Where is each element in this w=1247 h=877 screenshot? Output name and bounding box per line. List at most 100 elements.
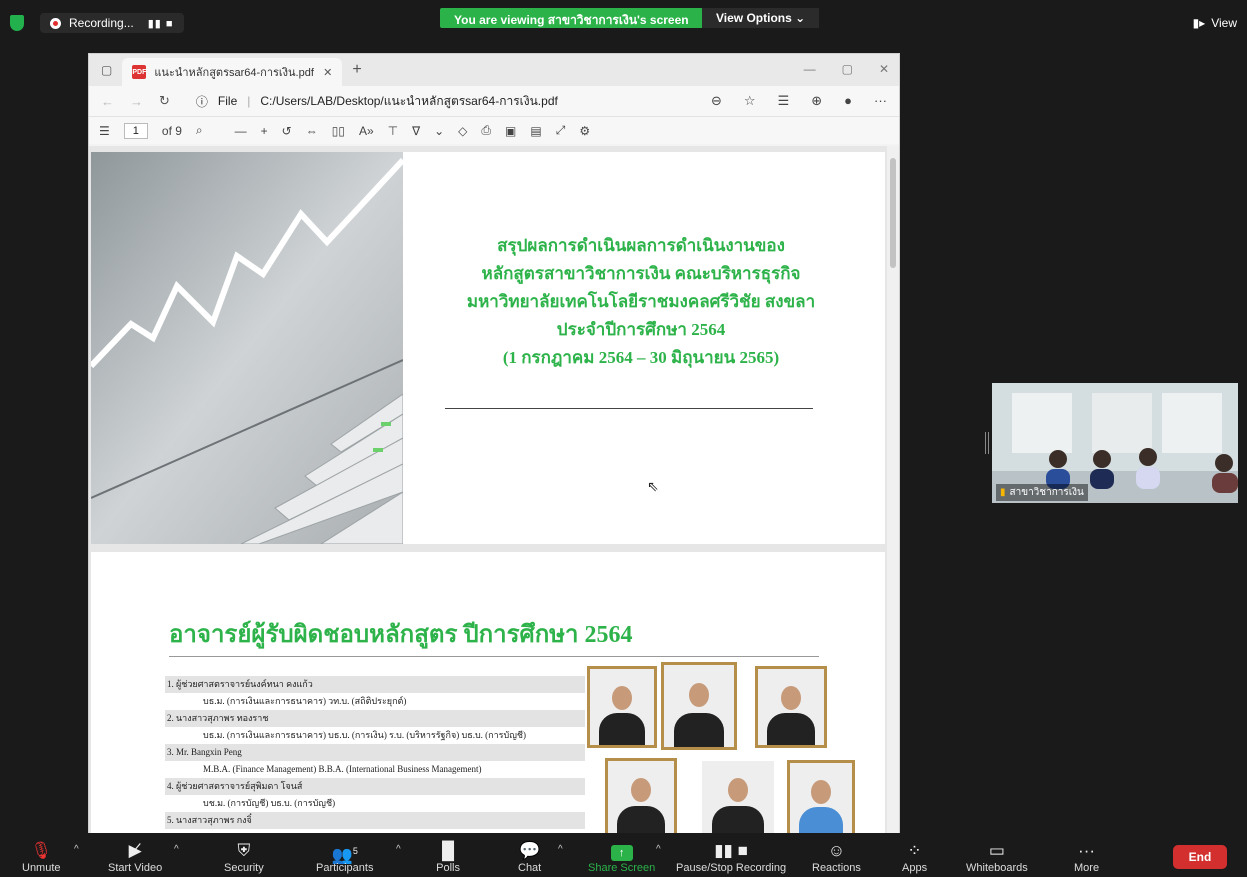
close-window-icon[interactable]: ✕ [879, 62, 889, 76]
pdf-viewer[interactable]: สรุปผลการดำเนินผลการดำเนินงานของ หลักสูต… [89, 146, 899, 833]
panel-resize-handle[interactable] [985, 432, 989, 454]
fullscreen-icon[interactable]: ⤢ [556, 123, 566, 138]
meeting-toolbar: 🎙 Unmute ^ ▶̸ Start Video ^ ⛨ Security 👥… [0, 833, 1247, 877]
chat-chevron-icon[interactable]: ^ [558, 844, 563, 855]
video-off-icon: ▶̸ [128, 841, 142, 860]
rotate-icon[interactable]: ↺ [282, 124, 292, 138]
page-number-input[interactable]: 1 [123, 122, 148, 139]
recording-controls[interactable]: ▮▮ ■ [148, 17, 174, 30]
polls-button[interactable]: ▐▌ Polls [436, 840, 460, 874]
security-shield-icon: ⛨ [237, 841, 251, 860]
view-options-button[interactable]: View Options ⌄ [702, 8, 820, 28]
close-tab-icon[interactable]: ✕ [323, 66, 332, 79]
reactions-icon: ☺ [827, 841, 846, 860]
recording-indicator[interactable]: Recording... ▮▮ ■ [40, 13, 184, 33]
participant-video[interactable]: ▮ สาขาวิชาการเงิน [992, 383, 1238, 503]
participant-name-tag: ▮ สาขาวิชาการเงิน [996, 484, 1088, 501]
faculty-name: 1. ผู้ช่วยศาสตราจารย์นงค์ทนา คงแก้ว [165, 676, 585, 693]
meeting-top-bar: Recording... ▮▮ ■ You are viewing สาขาวิ… [0, 0, 1247, 52]
url-field[interactable]: ⓘ File | C:/Users/LAB/Desktop/แนะนำหลักส… [186, 92, 695, 111]
pdf-page-2: อาจารย์ผู้รับผิดชอบหลักสูตร ปีการศึกษา 2… [91, 552, 885, 833]
tab-strip: ▢ PDF แนะนำหลักสูตรsar64-การเงิน.pdf ✕ +… [89, 54, 899, 86]
refresh-icon[interactable]: ↻ [159, 93, 170, 109]
highlight-icon[interactable]: ⌄ [434, 124, 444, 138]
view-icon: ▮▸ [1192, 16, 1206, 30]
forward-icon[interactable]: → [130, 94, 143, 109]
favorites-bar-icon[interactable]: ☰ [778, 93, 790, 109]
text-icon[interactable]: ⊤ [388, 124, 398, 138]
participants-label: Participants [316, 862, 374, 874]
print-icon[interactable]: ⎙ [481, 123, 491, 138]
faculty-photo [787, 760, 855, 833]
security-button[interactable]: ⛨ Security [224, 840, 264, 874]
tab-actions-icon[interactable]: ▢ [101, 63, 112, 77]
share-screen-button[interactable]: ↑ Share Screen [588, 840, 655, 874]
faculty-list: 1. ผู้ช่วยศาสตราจารย์นงค์ทนา คงแก้ว บธ.ม… [165, 676, 585, 829]
back-icon[interactable]: ← [101, 94, 114, 109]
page-view-icon[interactable]: ▯▯ [332, 124, 345, 138]
more-label: More [1074, 862, 1100, 874]
faculty-name: 3. Mr. Bangxin Peng [165, 744, 585, 761]
collections-icon[interactable]: ⊕ [811, 93, 822, 109]
chat-button[interactable]: 💬 Chat [518, 840, 541, 874]
view-button[interactable]: ▮▸ View [1193, 16, 1237, 30]
apps-button[interactable]: ⁘ Apps [902, 840, 927, 874]
participants-count: 5 [352, 846, 358, 856]
polls-icon: ▐▌ [436, 841, 461, 860]
vertical-scrollbar[interactable] [887, 146, 899, 833]
search-icon[interactable]: ⌕ [196, 123, 203, 138]
recording-status: Recording... ▮▮ ■ [10, 11, 184, 35]
zoom-in-icon[interactable]: + [261, 124, 268, 138]
faculty-name: 4. ผู้ช่วยศาสตราจารย์สุพิมดา โจนส์ [165, 778, 585, 795]
unmute-label: Unmute [22, 862, 61, 874]
zoom-icon[interactable]: ⊖ [711, 93, 722, 109]
minimize-icon[interactable]: — [804, 62, 816, 76]
cover-title-line: สรุปผลการดำเนินผลการดำเนินงานของ [497, 236, 785, 255]
read-aloud-icon[interactable]: A» [359, 124, 374, 138]
polls-label: Polls [436, 862, 460, 874]
pdf-icon: PDF [132, 65, 147, 79]
viewing-screen-banner: You are viewing สาขาวิชาการเงิน's screen [440, 8, 703, 28]
save-icon[interactable]: ▣ [505, 124, 516, 138]
participant-name: สาขาวิชาการเงิน [1009, 487, 1084, 498]
url-separator: | [247, 94, 251, 108]
faculty-degree: บช.ม. (การบัญชี) บธ.บ. (การบัญชี) [203, 798, 336, 808]
scrollbar-thumb[interactable] [890, 158, 896, 268]
favorite-icon[interactable]: ☆ [744, 93, 756, 109]
more-icon[interactable]: ··· [874, 93, 887, 109]
share-options-chevron-icon[interactable]: ^ [656, 844, 661, 855]
participants-button[interactable]: 👥5 Participants [316, 840, 373, 874]
faculty-degree: บธ.ม. (การเงินและการธนาคาร) วท.บ. (สถิติ… [203, 696, 407, 706]
cover-title-line: ประจำปีการศึกษา 2564 [556, 320, 726, 339]
settings-icon[interactable]: ⚙ [579, 124, 590, 138]
fit-page-icon[interactable]: ⇔ [306, 124, 318, 138]
shield-icon[interactable] [10, 15, 24, 31]
zoom-out-icon[interactable]: — [235, 124, 247, 138]
erase-icon[interactable]: ◇ [458, 124, 467, 138]
reactions-button[interactable]: ☺ Reactions [812, 840, 861, 874]
cover-title: สรุปผลการดำเนินผลการดำเนินงานของ หลักสูต… [421, 232, 861, 372]
draw-icon[interactable]: ∇ [412, 124, 420, 138]
pdf-page-1: สรุปผลการดำเนินผลการดำเนินงานของ หลักสูต… [91, 152, 885, 544]
pdf-toolbar: ☰ 1 of 9 ⌕ — + ↺ ⇔ ▯▯ A» ⊤ ∇ ⌄ ◇ ⎙ ▣ ▤ ⤢… [89, 116, 899, 144]
maximize-icon[interactable]: ▢ [842, 62, 853, 76]
unmute-button[interactable]: 🎙 Unmute [22, 840, 61, 874]
title-divider [445, 408, 813, 409]
whiteboards-button[interactable]: ▭ Whiteboards [966, 840, 1028, 874]
new-tab-icon[interactable]: + [352, 61, 361, 79]
audio-options-chevron-icon[interactable]: ^ [74, 844, 79, 855]
profile-icon[interactable]: ● [844, 93, 852, 109]
pause-stop-recording-button[interactable]: ▮▮ ■ Pause/Stop Recording [676, 840, 786, 874]
end-meeting-button[interactable]: End [1173, 845, 1227, 869]
video-options-chevron-icon[interactable]: ^ [174, 844, 179, 855]
more-button[interactable]: ··· More [1074, 840, 1099, 874]
browser-tab[interactable]: PDF แนะนำหลักสูตรsar64-การเงิน.pdf ✕ [122, 58, 343, 86]
security-label: Security [224, 862, 264, 874]
participants-chevron-icon[interactable]: ^ [396, 844, 401, 855]
contents-icon[interactable]: ☰ [99, 124, 110, 138]
start-video-button[interactable]: ▶̸ Start Video [108, 840, 162, 874]
reactions-label: Reactions [812, 862, 861, 874]
muted-microphone-icon: 🎙 [30, 841, 53, 860]
share-screen-label: Share Screen [588, 862, 656, 874]
save-as-icon[interactable]: ▤ [530, 124, 541, 138]
